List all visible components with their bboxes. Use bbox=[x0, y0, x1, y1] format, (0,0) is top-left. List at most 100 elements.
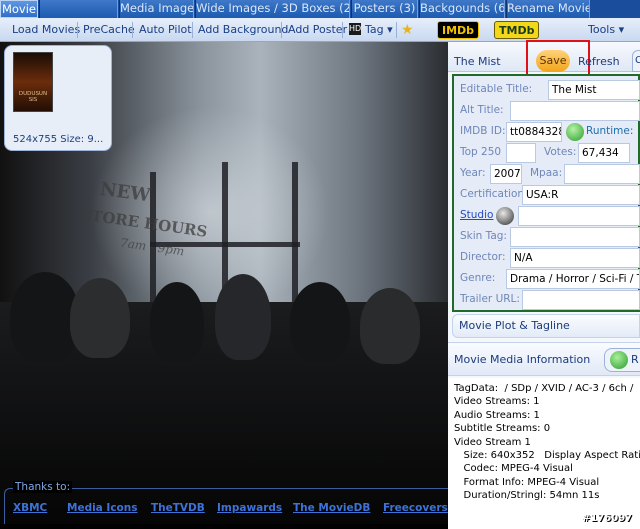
editable-title-row: Editable Title: The Mist bbox=[460, 80, 640, 100]
studio-field[interactable] bbox=[518, 206, 640, 226]
tools-menu-button[interactable]: Tools ▾ bbox=[588, 22, 624, 38]
certification-row: Certification: USA:R bbox=[460, 185, 640, 205]
store-sign-new: NEW bbox=[98, 178, 152, 207]
genre-row: Genre: Drama / Horror / Sci-Fi / T bbox=[460, 269, 640, 289]
movie-details-panel: The Mist Save Refresh C Editable Title: … bbox=[448, 40, 640, 529]
media-info-line: Duration/Stringl: 54mn 11s bbox=[454, 490, 600, 502]
director-row: Director: N/A bbox=[460, 248, 640, 268]
media-info-line: Codec: MPEG-4 Visual bbox=[454, 463, 573, 475]
thanks-link-impawards[interactable]: Impawards bbox=[217, 502, 282, 514]
main-tab-bar: Movie Media Image Wide Images / 3D Boxes… bbox=[0, 0, 640, 18]
tab-posters[interactable]: Posters (3) bbox=[351, 0, 418, 18]
media-info-line: Audio Streams: 1 bbox=[454, 409, 540, 421]
thanks-link-media-icons[interactable]: Media Icons bbox=[67, 502, 138, 514]
alt-title-row: Alt Title: bbox=[460, 101, 640, 121]
hd-tag-icon: HD bbox=[349, 23, 362, 35]
tab-rename-movie[interactable]: Rename Movie bbox=[506, 0, 590, 18]
poster-thumbnail[interactable]: DUDUSUN SIS bbox=[13, 52, 53, 112]
studio-row: Studio bbox=[460, 206, 640, 226]
media-info-header: Movie Media Information R bbox=[448, 342, 640, 376]
genre-label: Genre: bbox=[460, 272, 496, 284]
media-info-title: Movie Media Information bbox=[454, 353, 591, 366]
genre-field[interactable]: Drama / Horror / Sci-Fi / T bbox=[506, 269, 640, 289]
movie-plot-section-header[interactable]: Movie Plot & Tagline bbox=[452, 314, 640, 338]
poster-size-label: 524x755 Size: 9... bbox=[13, 134, 104, 145]
auto-pilot-button[interactable]: Auto Pilot bbox=[139, 22, 192, 38]
media-info-text: TagData: / SDp / XVID / AC-3 / 6ch / Vid… bbox=[448, 378, 640, 529]
refresh-media-label: R bbox=[631, 353, 639, 366]
refresh-button[interactable]: Refresh bbox=[578, 54, 620, 70]
store-sign-hours: STORE HOURS bbox=[79, 205, 209, 241]
add-background-button[interactable]: Add Background bbox=[198, 22, 288, 38]
year-field[interactable]: 2007 bbox=[490, 164, 522, 184]
runtime-label: Runtime: bbox=[586, 125, 634, 137]
votes-label: Votes: bbox=[544, 146, 577, 158]
trailer-url-field[interactable] bbox=[522, 290, 640, 310]
tab-movie[interactable]: Movie bbox=[0, 0, 38, 18]
poster-preview-card[interactable]: DUDUSUN SIS 524x755 Size: 9... bbox=[4, 45, 112, 151]
toolbar-divider bbox=[281, 22, 282, 38]
person-silhouette bbox=[70, 278, 130, 358]
top250-votes-row: Top 250 Votes: 67,434 bbox=[460, 143, 640, 163]
top250-label: Top 250 bbox=[460, 146, 502, 158]
media-info-line: TagData: / SDp / XVID / AC-3 / 6ch / bbox=[454, 383, 634, 394]
refresh-icon bbox=[610, 351, 628, 369]
mpaa-label: Mpaa: bbox=[530, 167, 563, 179]
studio-lookup-icon[interactable] bbox=[496, 207, 514, 225]
add-poster-button[interactable]: Add Poster bbox=[288, 22, 347, 38]
media-info-line: Subtitle Streams: 0 bbox=[454, 423, 551, 435]
precache-button[interactable]: PreCache bbox=[83, 22, 135, 38]
editable-title-field[interactable]: The Mist bbox=[548, 80, 640, 100]
tab-blank[interactable] bbox=[39, 0, 118, 18]
toolbar: Load Movies PreCache Auto Pilot Add Back… bbox=[0, 18, 640, 42]
thanks-label: Thanks to: bbox=[13, 481, 73, 493]
image-watermark: #176097 bbox=[582, 513, 633, 524]
media-info-line: Format Info: MPEG-4 Visual bbox=[454, 476, 600, 488]
toolbar-divider bbox=[77, 22, 78, 38]
media-info-line: Size: 640x352 Display Aspect Ratio bbox=[454, 450, 640, 462]
load-movies-button[interactable]: Load Movies bbox=[12, 22, 80, 38]
director-field[interactable]: N/A bbox=[510, 248, 640, 268]
chevron-down-icon: ▾ bbox=[618, 23, 625, 36]
poster-thumbnail-text: DUDUSUN SIS bbox=[18, 91, 48, 103]
imdb-id-field[interactable]: tt0884328 bbox=[506, 122, 562, 142]
person-silhouette bbox=[360, 288, 420, 364]
refresh-imdb-icon[interactable] bbox=[566, 123, 584, 141]
mpaa-field[interactable] bbox=[564, 164, 640, 184]
skin-tag-field[interactable] bbox=[510, 227, 640, 247]
tag-label: Tag bbox=[365, 23, 384, 36]
thanks-link-thetvdb[interactable]: TheTVDB bbox=[151, 502, 205, 514]
trailer-url-row: Trailer URL: bbox=[460, 290, 640, 310]
details-header: The Mist Save Refresh C bbox=[448, 40, 640, 78]
refresh-media-button[interactable]: R bbox=[604, 348, 640, 372]
star-icon[interactable]: ★ bbox=[401, 22, 414, 38]
alt-title-field[interactable] bbox=[510, 101, 640, 121]
top250-field[interactable] bbox=[506, 143, 536, 163]
thanks-link-freecovers[interactable]: Freecovers bbox=[383, 502, 448, 514]
media-info-line: Video Streams: 1 bbox=[454, 396, 540, 408]
person-silhouette bbox=[290, 282, 350, 362]
skin-tag-row: Skin Tag: bbox=[460, 227, 640, 247]
tab-media-image[interactable]: Media Image bbox=[119, 0, 194, 18]
media-info-line: Video Stream 1 bbox=[454, 436, 531, 448]
imdb-logo-button[interactable]: IMDb bbox=[437, 21, 480, 39]
year-mpaa-row: Year: 2007 Mpaa: bbox=[460, 164, 640, 184]
details-tab-edge[interactable]: C bbox=[632, 50, 640, 72]
certification-field[interactable]: USA:R bbox=[522, 185, 640, 205]
thanks-link-xbmc[interactable]: XBMC bbox=[13, 502, 47, 514]
imdb-id-label: IMDB ID: bbox=[460, 125, 506, 137]
director-label: Director: bbox=[460, 251, 506, 263]
thanks-link-themoviedb[interactable]: The MovieDB bbox=[293, 502, 370, 514]
toolbar-divider bbox=[192, 22, 193, 38]
studio-link[interactable]: Studio bbox=[460, 209, 493, 221]
skin-tag-label: Skin Tag: bbox=[460, 230, 507, 242]
tag-dropdown-button[interactable]: Tag ▾ bbox=[365, 22, 393, 38]
person-silhouette bbox=[215, 274, 271, 360]
tab-wide-images[interactable]: Wide Images / 3D Boxes (27) bbox=[195, 0, 350, 18]
votes-field[interactable]: 67,434 bbox=[578, 143, 630, 163]
movie-info-form: Editable Title: The Mist Alt Title: IMDB… bbox=[452, 74, 640, 312]
tmdb-logo-button[interactable]: TMDb bbox=[494, 21, 540, 39]
chevron-down-icon: ▾ bbox=[387, 23, 393, 36]
tab-backgrounds[interactable]: Backgounds (6) bbox=[419, 0, 505, 18]
alt-title-label: Alt Title: bbox=[460, 104, 504, 116]
